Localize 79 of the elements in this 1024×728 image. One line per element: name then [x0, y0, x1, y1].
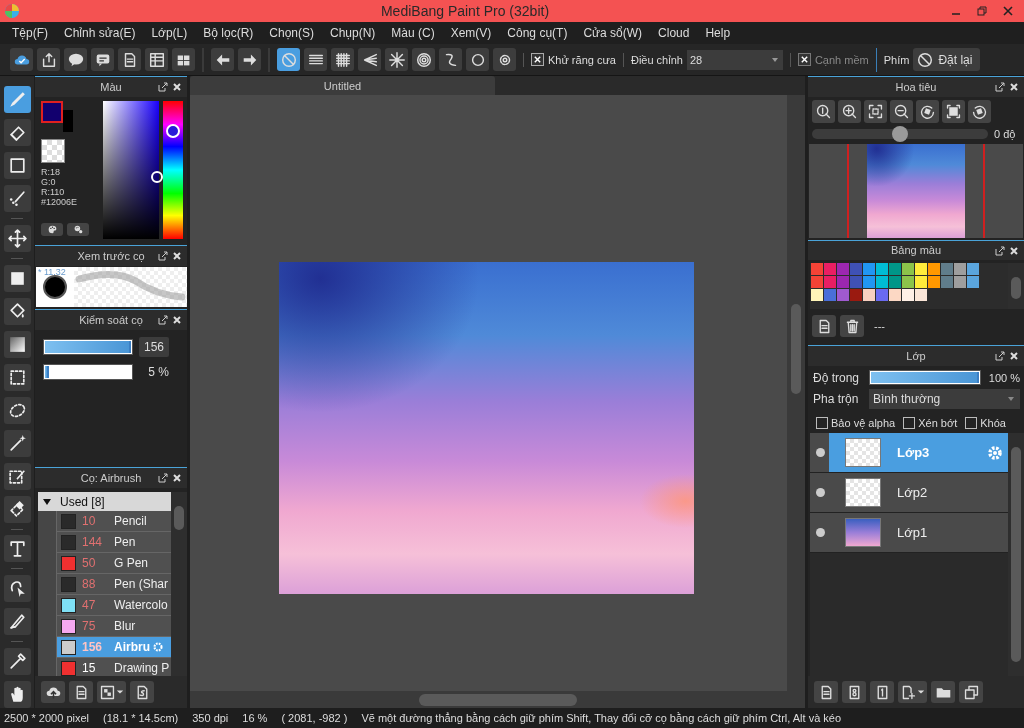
layer-name: Lớp1	[897, 525, 928, 540]
rotation-value: 0 độ	[994, 128, 1016, 140]
menu-item[interactable]: Bộ lọc(R)	[195, 26, 262, 40]
brush-item[interactable]: 15 Drawing P	[56, 658, 171, 676]
panel-title: Cọ: Airbrush	[80, 472, 142, 484]
layer-row[interactable]: Lớp1	[810, 513, 1008, 553]
brush-item[interactable]: 144 Pen	[56, 532, 171, 553]
panel-title: Màu	[100, 81, 122, 93]
palette-set-name: ---	[874, 320, 885, 332]
status-text: 16 %	[242, 712, 268, 724]
checkbox-label: Khóa	[980, 417, 1006, 429]
checkbox-label: Bảo vệ alpha	[831, 417, 896, 429]
menu-item[interactable]: Màu (C)	[383, 26, 443, 40]
antialias-label: Khử răng cưa	[548, 53, 616, 66]
brush-name: Blur	[114, 619, 136, 633]
menu-item[interactable]: Tệp(F)	[4, 26, 56, 40]
reset-button[interactable]: Đặt lại	[913, 48, 981, 71]
brush-size: 144	[81, 535, 104, 549]
color-value: R:110	[41, 187, 66, 197]
brush-name: G Pen	[114, 556, 149, 570]
menu-item[interactable]: Chọn(S)	[261, 26, 322, 40]
brush-name: Pen	[114, 535, 136, 549]
panel-title: Xem trước cọ	[77, 250, 145, 262]
status-text: 2500 * 2000 pixel	[4, 712, 89, 724]
opacity-value: 100 %	[988, 371, 1020, 384]
window-title: MediBang Paint Pro (32bit)	[380, 3, 550, 19]
brush-item[interactable]: 75 Blur	[56, 616, 171, 637]
brush-size: 47	[81, 598, 97, 612]
blend-mode-dropdown[interactable]: Bình thường	[869, 389, 1020, 409]
brush-size: 10	[81, 514, 97, 528]
brush-size-field[interactable]: 156	[139, 337, 169, 357]
color-value: R:18	[41, 167, 61, 177]
status-text: (18.1 * 14.5cm)	[103, 712, 179, 724]
correction-label: Điều chỉnh	[630, 53, 683, 66]
blend-mode-label: Pha trộn	[813, 392, 860, 406]
color-value: #12006E	[41, 197, 79, 207]
status-text: 350 dpi	[192, 712, 229, 724]
brush-item[interactable]: 50 G Pen	[56, 553, 171, 574]
group-label: Used [8]	[60, 494, 105, 509]
checkbox-label: Xén bớt	[918, 417, 958, 429]
layer-name: Lớp3	[897, 445, 930, 460]
brush-name: Pen (Shar	[114, 577, 169, 591]
panel-title: Bảng màu	[890, 244, 942, 257]
menu-item[interactable]: Cửa sổ(W)	[575, 26, 651, 40]
brush-size: 156	[81, 640, 104, 654]
status-text: Vẽ một đường thẳng bằng cách giữ phím Shift, Thay đổi cỡ cọ bằng cách giữ phím Ctrl, Alt và kéo	[361, 712, 842, 724]
status-text: ( 2081, -982 )	[281, 712, 348, 724]
brush-group-header[interactable]: Used [8]	[38, 492, 171, 511]
menu-item[interactable]: Chỉnh sửa(E)	[56, 26, 144, 40]
brush-size: 50	[81, 556, 97, 570]
menu-item[interactable]: Help	[697, 26, 739, 40]
menu-item[interactable]: Cloud	[650, 26, 698, 40]
brush-name: Watercolo	[114, 598, 168, 612]
menu-item[interactable]: Xem(V)	[442, 26, 500, 40]
brush-item[interactable]: 47 Watercolo	[56, 595, 171, 616]
document-tab[interactable]: Untitled	[190, 76, 495, 95]
panel-title: Lớp	[906, 350, 926, 362]
panel-title: Kiểm soát cọ	[79, 314, 143, 326]
panel-title: Hoa tiêu	[895, 81, 937, 93]
key-label: Phím	[883, 53, 910, 66]
menu-item[interactable]: Công cụ(T)	[499, 26, 576, 40]
brush-name: Pencil	[114, 514, 147, 528]
brush-name: Airbru	[114, 640, 150, 654]
opacity-value: 5 %	[147, 365, 169, 379]
brush-size-text: * 11.32	[38, 267, 66, 277]
brush-size: 75	[81, 619, 97, 633]
layer-row[interactable]: Lớp2	[810, 473, 1008, 513]
brush-size: 88	[81, 577, 97, 591]
layer-name: Lớp2	[897, 485, 928, 500]
brush-item[interactable]: 88 Pen (Shar	[56, 574, 171, 595]
opacity-label: Độ trong	[813, 370, 861, 385]
brush-size: 15	[81, 661, 97, 675]
soft-edge-label: Cạnh mềm	[814, 53, 869, 66]
brush-name: Drawing P	[114, 661, 170, 675]
menu-item[interactable]: Chụp(N)	[322, 26, 384, 40]
color-value: G:0	[41, 177, 57, 187]
brush-item[interactable]: 10 Pencil	[56, 511, 171, 532]
menu-item[interactable]: Lớp(L)	[143, 26, 196, 40]
correction-dropdown[interactable]: 28	[686, 49, 783, 70]
